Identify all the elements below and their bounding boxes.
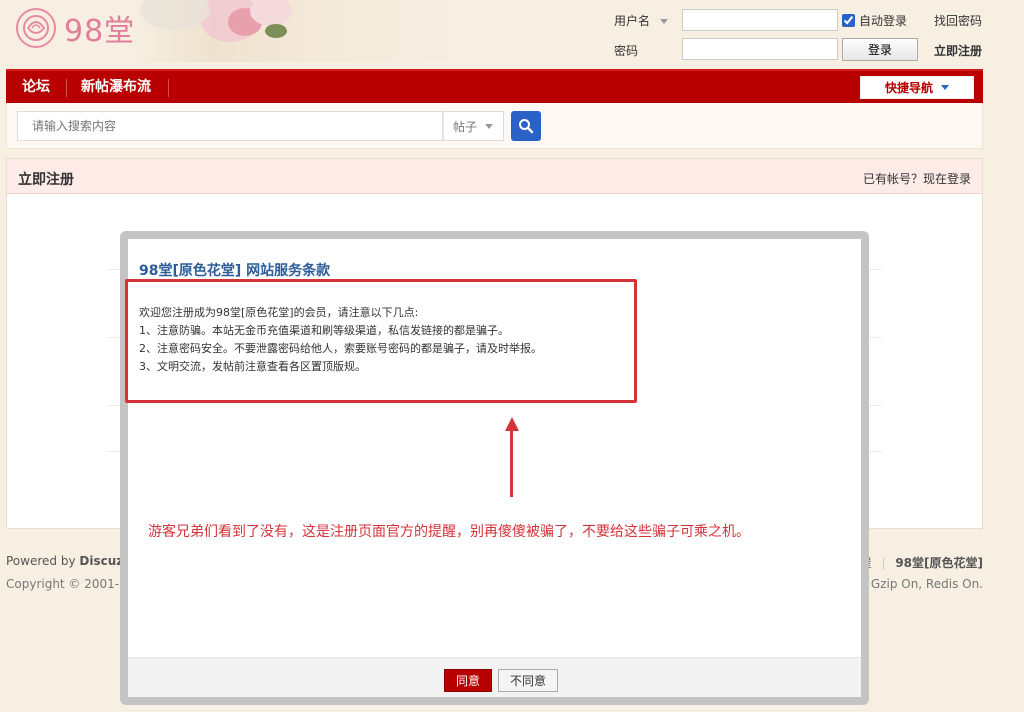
- checkbox-checked-icon[interactable]: [842, 14, 855, 27]
- arrow-shaft: [510, 425, 513, 497]
- dropdown-caret-icon: [659, 19, 668, 24]
- dialog-title: 98堂[原色花堂] 网站服务条款: [139, 263, 331, 279]
- username-input[interactable]: [682, 9, 838, 31]
- terms-text: 欢迎您注册成为98堂[原色花堂]的会员，请注意以下几点: 1、注意防骗。本站无金…: [139, 304, 542, 376]
- rose-logo-icon: [16, 8, 56, 48]
- username-label[interactable]: 用户名: [614, 12, 668, 29]
- login-form: 用户名 自动登录 找回密码 密码 登录 立即注册: [612, 8, 1012, 64]
- register-link[interactable]: 立即注册: [934, 42, 982, 59]
- header-decoration: [130, 0, 460, 62]
- terms-dialog: 98堂[原色花堂] 网站服务条款 欢迎您注册成为98堂[原色花堂]的会员，请注意…: [120, 231, 869, 705]
- terms-line: 1、注意防骗。本站无金币充值渠道和刷等级渠道，私信发链接的都是骗子。: [139, 324, 509, 337]
- auto-login-checkbox[interactable]: 自动登录: [842, 12, 907, 29]
- search-button[interactable]: [511, 111, 541, 141]
- quick-nav-button[interactable]: 快捷导航: [860, 76, 974, 99]
- disagree-button[interactable]: 不同意: [498, 669, 558, 692]
- site-name: 98堂: [64, 14, 136, 49]
- terms-line: 2、注意密码安全。不要泄露密码给他人，索要账号密码的都是骗子，请及时举报。: [139, 342, 542, 355]
- password-label: 密码: [614, 44, 639, 58]
- annotation-text: 游客兄弟们看到了没有，这是注册页面官方的提醒，别再傻傻被骗了，不要给这些骗子可乘…: [148, 524, 750, 540]
- dropdown-caret-icon: [941, 85, 949, 90]
- footer-site-link[interactable]: 98堂[原色花堂]: [895, 556, 983, 570]
- panel-title: 立即注册: [18, 172, 74, 188]
- terms-line: 欢迎您注册成为98堂[原色花堂]的会员，请注意以下几点:: [139, 306, 419, 319]
- site-logo[interactable]: 98堂: [12, 6, 135, 50]
- search-input[interactable]: [17, 111, 443, 141]
- nav-item-forum[interactable]: 论坛: [22, 71, 50, 103]
- search-type-select[interactable]: 帖子: [443, 111, 504, 141]
- dialog-footer: 同意 不同意: [128, 657, 861, 697]
- agree-button[interactable]: 同意: [444, 669, 492, 692]
- password-input[interactable]: [682, 38, 838, 60]
- main-nav: 论坛 新帖瀑布流 快捷导航: [6, 69, 983, 103]
- login-now-link[interactable]: 已有帐号？现在登录: [863, 170, 971, 187]
- terms-line: 3、文明交流，发帖前注意查看各区置顶版规。: [139, 360, 366, 373]
- login-button[interactable]: 登录: [842, 38, 918, 61]
- nav-divider: [66, 79, 67, 97]
- panel-header: 立即注册 已有帐号？现在登录: [7, 159, 982, 194]
- search-icon: [519, 119, 534, 134]
- dropdown-caret-icon: [485, 123, 494, 129]
- nav-item-waterfall[interactable]: 新帖瀑布流: [81, 71, 151, 103]
- find-password-link[interactable]: 找回密码: [934, 12, 982, 29]
- terms-dialog-body: 98堂[原色花堂] 网站服务条款 欢迎您注册成为98堂[原色花堂]的会员，请注意…: [125, 239, 861, 697]
- nav-divider: [168, 79, 169, 97]
- search-bar: 帖子: [6, 103, 983, 149]
